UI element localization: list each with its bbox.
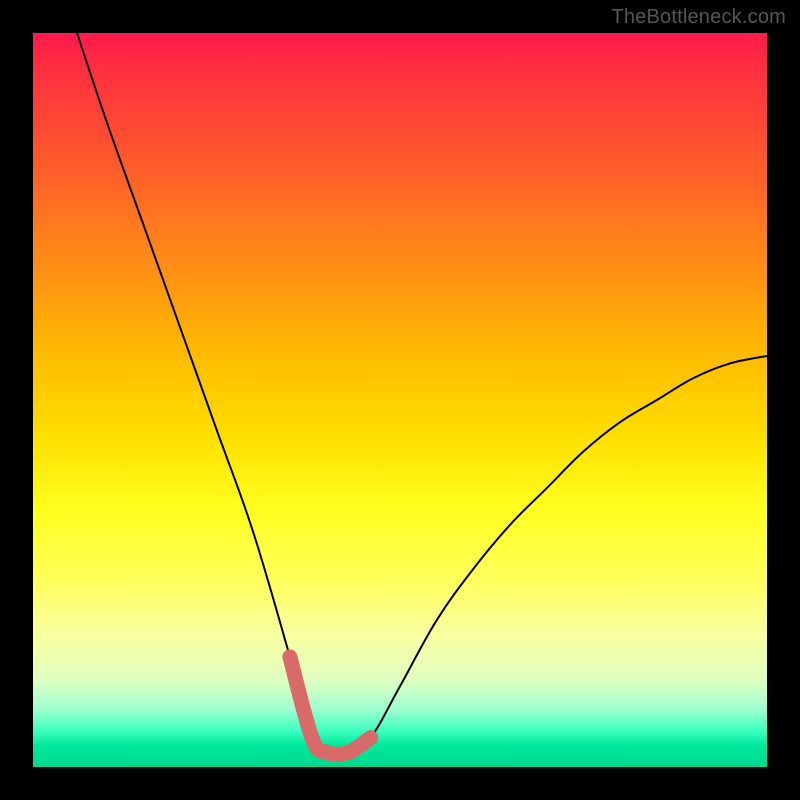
chart-container: TheBottleneck.com — [0, 0, 800, 800]
watermark-text: TheBottleneck.com — [611, 6, 786, 29]
bottleneck-curve — [77, 33, 767, 754]
bottleneck-curve-svg — [33, 33, 767, 767]
plot-area — [33, 33, 767, 767]
highlight-min-region — [290, 657, 371, 754]
